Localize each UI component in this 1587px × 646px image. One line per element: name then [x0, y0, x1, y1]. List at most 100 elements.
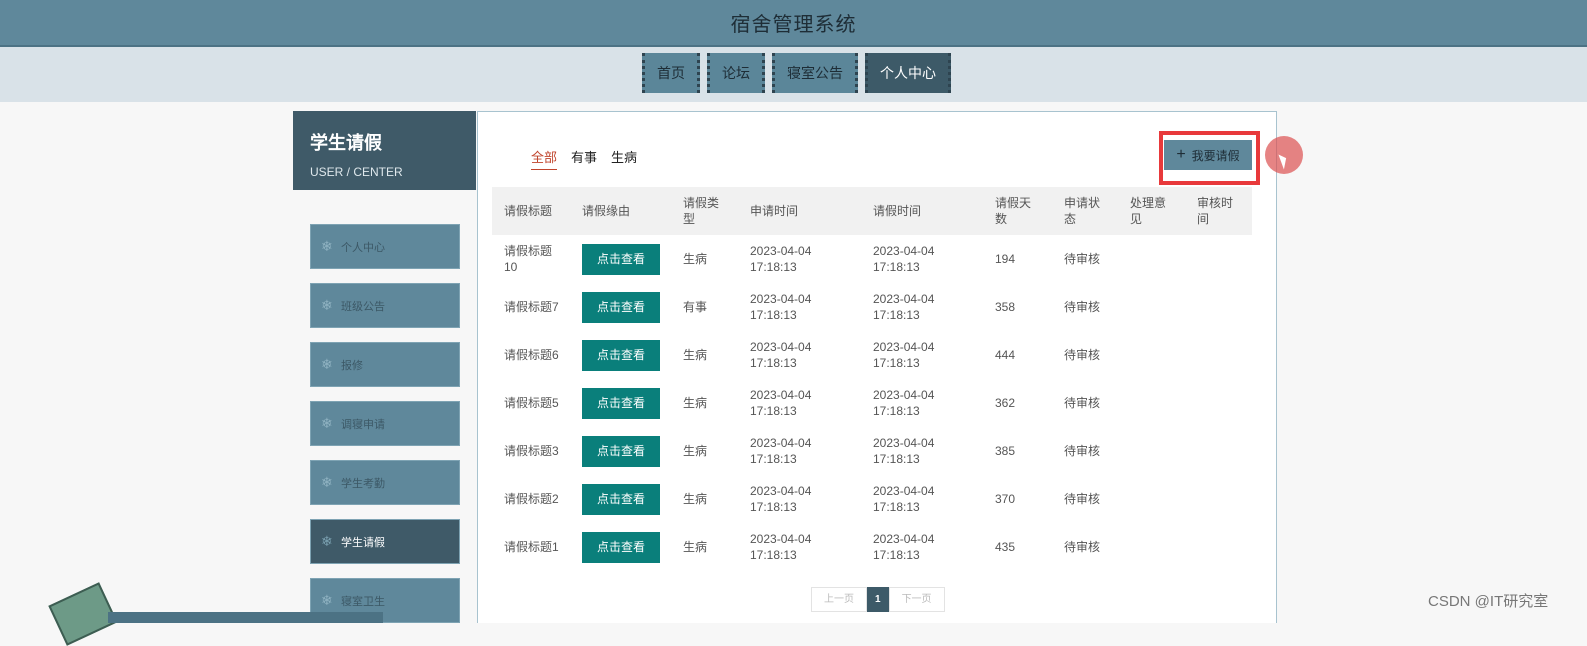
cell-opinion — [1118, 235, 1185, 283]
cell-leave-time: 2023-04-04 17:18:13 — [873, 340, 935, 370]
cell-status: 待审核 — [1064, 444, 1101, 458]
cell-review-time — [1185, 427, 1252, 475]
cell-reason: 点击查看 — [570, 331, 671, 379]
sidebar-item-dorm-transfer[interactable]: ❄ 调寝申请 — [310, 401, 460, 446]
cell-opinion — [1118, 379, 1185, 427]
view-detail-button[interactable]: 点击查看 — [582, 243, 660, 275]
view-detail-button[interactable]: 点击查看 — [582, 387, 660, 419]
cell-status: 待审核 — [1064, 252, 1101, 266]
cell-title: 请假标题5 — [504, 396, 559, 410]
cell-leave-time: 2023-04-04 17:18:13 — [873, 484, 935, 514]
cell-opinion — [1118, 523, 1185, 571]
cell-reason: 点击查看 — [570, 523, 671, 571]
current-page-button[interactable]: 1 — [867, 587, 889, 612]
view-detail-button[interactable]: 点击查看 — [582, 483, 660, 515]
cell-apply-time: 2023-04-04 17:18:13 — [750, 484, 812, 514]
cell-days: 194 — [995, 252, 1016, 266]
view-detail-button[interactable]: 点击查看 — [582, 531, 660, 563]
cell-days: 435 — [995, 540, 1016, 554]
cell-type: 生病 — [683, 492, 708, 506]
cell-leave-time: 2023-04-04 17:18:13 — [873, 436, 935, 466]
table-row: 请假标题2 点击查看 生病 2023-04-04 17:18:13 2023-0… — [492, 475, 1252, 523]
col-apply-time: 申请时间 — [738, 187, 861, 235]
col-title: 请假标题 — [492, 187, 570, 235]
filter-all[interactable]: 全部 — [531, 147, 558, 170]
snowflake-icon: ❄ — [321, 592, 333, 608]
cell-status: 待审核 — [1064, 492, 1101, 506]
sidebar-item-class-notice[interactable]: ❄ 班级公告 — [310, 283, 460, 328]
cell-leave-time: 2023-04-04 17:18:13 — [873, 532, 935, 562]
nav-forum[interactable]: 论坛 — [707, 53, 765, 93]
sidebar-item-label: 学生考勤 — [341, 477, 385, 490]
cell-title: 请假标题7 — [504, 300, 559, 314]
sidebar-item-label: 调寝申请 — [341, 418, 385, 431]
sidebar-subtitle: USER / CENTER — [310, 165, 403, 179]
col-reason: 请假缘由 — [570, 187, 671, 235]
cell-type: 生病 — [683, 348, 708, 362]
filter-personal[interactable]: 有事 — [571, 147, 597, 170]
cell-status: 待审核 — [1064, 348, 1101, 362]
cell-title: 请假标题3 — [504, 444, 559, 458]
top-header: 宿舍管理系统 — [0, 0, 1587, 47]
col-leave-time: 请假时间 — [861, 187, 983, 235]
filter-sick[interactable]: 生病 — [611, 147, 637, 170]
cell-status: 待审核 — [1064, 300, 1101, 314]
cell-title: 请假标题10 — [504, 244, 553, 274]
cell-reason: 点击查看 — [570, 379, 671, 427]
sidebar-item-repair[interactable]: ❄ 报修 — [310, 342, 460, 387]
sidebar-header: 学生请假 USER / CENTER — [293, 111, 476, 190]
table-row: 请假标题1 点击查看 生病 2023-04-04 17:18:13 2023-0… — [492, 523, 1252, 571]
sidebar-item-attendance[interactable]: ❄ 学生考勤 — [310, 460, 460, 505]
nav-personal-center[interactable]: 个人中心 — [865, 53, 951, 93]
add-leave-label: 我要请假 — [1191, 148, 1240, 163]
snowflake-icon: ❄ — [321, 474, 333, 490]
leave-table: 请假标题 请假缘由 请假类型 申请时间 请假时间 请假天数 申请状态 处理意见 … — [492, 187, 1252, 571]
prev-page-button[interactable]: 上一页 — [811, 587, 867, 612]
nav-dorm-notice[interactable]: 寝室公告 — [772, 53, 858, 93]
cell-reason: 点击查看 — [570, 235, 671, 283]
view-detail-button[interactable]: 点击查看 — [582, 435, 660, 467]
cell-review-time — [1185, 379, 1252, 427]
col-days: 请假天数 — [983, 187, 1052, 235]
table-row: 请假标题10 点击查看 生病 2023-04-04 17:18:13 2023-… — [492, 235, 1252, 283]
cell-status: 待审核 — [1064, 540, 1101, 554]
cell-type: 生病 — [683, 540, 708, 554]
cell-reason: 点击查看 — [570, 475, 671, 523]
cell-apply-time: 2023-04-04 17:18:13 — [750, 292, 812, 322]
next-page-button[interactable]: 下一页 — [888, 587, 945, 612]
sidebar-item-label: 报修 — [341, 359, 363, 372]
cell-review-time — [1185, 523, 1252, 571]
cell-reason: 点击查看 — [570, 427, 671, 475]
sidebar-item-leave[interactable]: ❄ 学生请假 — [310, 519, 460, 564]
cell-days: 362 — [995, 396, 1016, 410]
plus-icon: + — [1176, 146, 1186, 163]
cell-title: 请假标题6 — [504, 348, 559, 362]
snowflake-icon: ❄ — [321, 415, 333, 431]
cell-reason: 点击查看 — [570, 283, 671, 331]
cell-leave-time: 2023-04-04 17:18:13 — [873, 244, 935, 274]
cell-days: 444 — [995, 348, 1016, 362]
sidebar-item-label: 个人中心 — [341, 241, 385, 254]
snowflake-icon: ❄ — [321, 533, 333, 549]
sidebar-item-label: 寝室卫生 — [341, 595, 385, 608]
cell-days: 358 — [995, 300, 1016, 314]
cell-type: 生病 — [683, 444, 708, 458]
sidebar-title: 学生请假 — [310, 133, 382, 153]
col-status: 申请状态 — [1052, 187, 1118, 235]
snowflake-icon: ❄ — [321, 356, 333, 372]
cell-review-time — [1185, 283, 1252, 331]
cell-opinion — [1118, 427, 1185, 475]
nav-home[interactable]: 首页 — [642, 53, 700, 93]
add-leave-button[interactable]: + 我要请假 — [1164, 140, 1252, 170]
col-opinion: 处理意见 — [1118, 187, 1185, 235]
cell-leave-time: 2023-04-04 17:18:13 — [873, 292, 935, 322]
view-detail-button[interactable]: 点击查看 — [582, 291, 660, 323]
sidebar-item-label: 班级公告 — [341, 300, 385, 313]
cell-opinion — [1118, 331, 1185, 379]
sidebar-menu: ❄ 个人中心 ❄ 班级公告 ❄ 报修 ❄ 调寝申请 ❄ 学生考勤 ❄ 学生请假 … — [310, 224, 460, 637]
cell-review-time — [1185, 331, 1252, 379]
view-detail-button[interactable]: 点击查看 — [582, 339, 660, 371]
leave-list-panel: 全部 有事 生病 + 我要请假 请假标题 请假缘由 请假类型 申请时间 请假时间… — [477, 111, 1277, 623]
snowflake-icon: ❄ — [321, 238, 333, 254]
sidebar-item-personal-center[interactable]: ❄ 个人中心 — [310, 224, 460, 269]
